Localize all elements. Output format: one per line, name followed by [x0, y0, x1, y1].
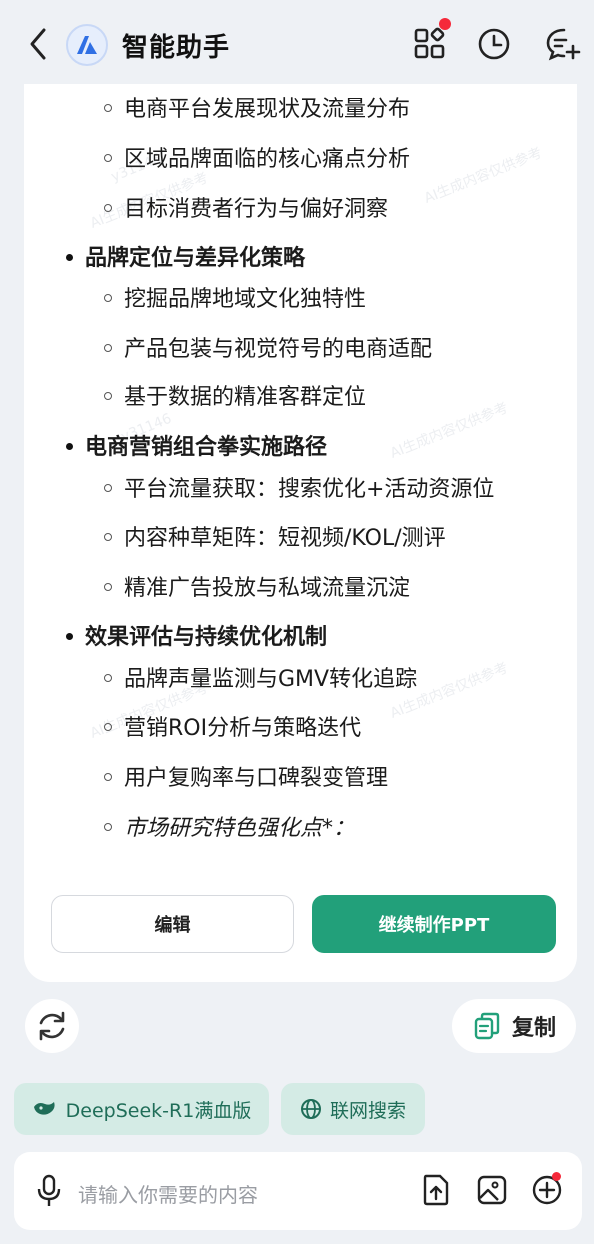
outline-subitem: 内容种草矩阵：短视频/KOL/测评	[104, 520, 446, 552]
outline-heading: 品牌定位与差异化策略	[66, 240, 305, 272]
copy-icon	[474, 1012, 500, 1040]
outline-subitem: 基于数据的精准客群定位	[104, 379, 366, 411]
web-search-chip-label: 联网搜索	[329, 1099, 406, 1122]
regenerate-button[interactable]	[25, 999, 79, 1053]
outline-subitem: 电商平台发展现状及流量分布	[104, 91, 410, 123]
web-search-chip[interactable]: 联网搜索	[281, 1083, 425, 1135]
deepseek-whale-icon	[33, 1102, 55, 1115]
hollow-bullet-icon	[104, 344, 112, 352]
hollow-bullet-icon	[104, 104, 112, 112]
outline-subitem: 平台流量获取：搜索优化+活动资源位	[104, 471, 494, 503]
upload-file-icon[interactable]	[418, 1172, 454, 1208]
globe-icon	[300, 1099, 321, 1119]
outline-subitem: 市场研究特色强化点*：	[104, 810, 355, 842]
top-bar: 智能助手	[0, 0, 594, 86]
notification-badge	[439, 18, 451, 30]
outline-subitem: 产品包装与视觉符号的电商适配	[104, 331, 432, 363]
outline-subitem: 挖掘品牌地域文化独特性	[104, 281, 366, 313]
image-upload-icon[interactable]	[474, 1172, 510, 1208]
refresh-icon	[39, 1011, 65, 1041]
outline-subitem: 用户复购率与口碑裂变管理	[104, 760, 388, 792]
back-arrow-icon[interactable]	[24, 24, 54, 64]
bullet-icon	[66, 253, 73, 261]
page-title: 智能助手	[122, 33, 231, 63]
copy-button[interactable]: 复制	[452, 999, 576, 1053]
outline-heading: 效果评估与持续优化机制	[66, 619, 327, 651]
hollow-bullet-icon	[104, 484, 112, 492]
hollow-bullet-icon	[104, 773, 112, 781]
edit-button-label: 编辑	[154, 915, 191, 936]
outline-heading: 电商营销组合拳实施路径	[66, 429, 327, 461]
model-chip[interactable]: DeepSeek-R1满血版	[14, 1083, 269, 1135]
outline-subitem: 品牌声量监测与GMV转化追踪	[104, 661, 417, 693]
outline-subitem: 营销ROI分析与策略迭代	[104, 710, 361, 742]
chat-input-bar: 请输入你需要的内容	[14, 1152, 582, 1230]
hollow-bullet-icon	[104, 533, 112, 541]
edit-button[interactable]: 编辑	[51, 895, 294, 953]
new-chat-icon[interactable]	[544, 24, 584, 64]
microphone-icon[interactable]	[36, 1174, 62, 1208]
hollow-bullet-icon	[104, 392, 112, 400]
logo-icon	[77, 36, 97, 54]
copy-button-label: 复制	[511, 1016, 556, 1041]
hollow-bullet-icon	[104, 583, 112, 591]
hollow-bullet-icon	[104, 204, 112, 212]
hollow-bullet-icon	[104, 723, 112, 731]
bullet-icon	[66, 442, 73, 450]
hollow-bullet-icon	[104, 674, 112, 682]
hollow-bullet-icon	[104, 823, 112, 831]
apps-grid-icon[interactable]	[410, 24, 450, 64]
bullet-icon	[66, 632, 73, 640]
continue-ppt-button-label: 继续制作PPT	[378, 915, 490, 936]
outline-subitem: 目标消费者行为与偏好洞察	[104, 191, 388, 223]
outline-subitem: 区域品牌面临的核心痛点分析	[104, 141, 410, 173]
notification-badge	[552, 1172, 561, 1181]
history-clock-icon[interactable]	[474, 24, 514, 64]
chat-input[interactable]: 请输入你需要的内容	[78, 1179, 258, 1208]
hollow-bullet-icon	[104, 294, 112, 302]
model-chip-label: DeepSeek-R1满血版	[65, 1099, 252, 1122]
hollow-bullet-icon	[104, 154, 112, 162]
outline-subitem: 精准广告投放与私域流量沉淀	[104, 570, 410, 602]
assistant-logo	[66, 24, 108, 66]
continue-ppt-button[interactable]: 继续制作PPT	[312, 895, 556, 953]
